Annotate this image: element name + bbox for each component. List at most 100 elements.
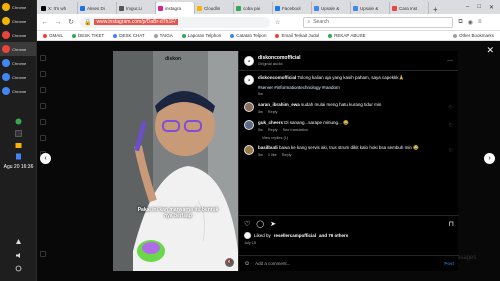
x-favicon-icon <box>41 5 46 11</box>
liked-others[interactable]: and 76 others <box>319 233 348 238</box>
network-icon[interactable] <box>0 238 37 245</box>
like-icon[interactable]: ♡ <box>244 220 250 228</box>
tab-5[interactable]: Cloudlin <box>195 2 234 14</box>
previous-post-arrow-icon[interactable]: ‹ <box>40 153 51 164</box>
next-post-arrow-icon[interactable]: › <box>484 153 495 164</box>
url-text[interactable]: www.instagram.com/p/DaBr-dTh1F/ <box>94 19 178 25</box>
tab-7[interactable]: Facebool <box>273 2 312 14</box>
video-watermark: diskon <box>165 56 182 62</box>
avatar[interactable]: d <box>244 55 254 66</box>
avatar[interactable] <box>244 232 251 239</box>
more-options-icon[interactable]: ··· <box>447 58 453 64</box>
taskbar-app-3[interactable]: Chrome <box>0 28 36 42</box>
taskbar-app-7[interactable]: Chrome <box>0 84 36 98</box>
tab-2[interactable]: Akses Di <box>78 2 117 14</box>
reply-button[interactable]: Reply <box>268 128 278 132</box>
caption-username[interactable]: diskoncomofficial <box>258 75 296 80</box>
avatar[interactable]: d <box>244 75 254 85</box>
favicon-icon <box>80 5 85 11</box>
minimize-icon[interactable]: – <box>466 4 469 11</box>
system-clock: Agu 20 16:36 <box>3 164 34 170</box>
comment-username[interactable]: basilbudi <box>258 145 278 150</box>
site-info-icon[interactable]: 🔒 <box>84 19 91 26</box>
tab-9[interactable]: Upsale & <box>351 2 390 14</box>
comments-list: d diskoncomofficial Tolong kalian aja ya… <box>239 71 458 167</box>
screen: Chrome Chrome Chrome Chrome Chrome Chrom… <box>0 0 500 281</box>
like-comment-icon[interactable]: ♡ <box>449 148 453 154</box>
notes-icon[interactable] <box>0 153 37 160</box>
taskbar-app-1[interactable]: Chrome <box>0 0 36 14</box>
other-bookmarks[interactable]: Other Bookmarks <box>452 33 494 38</box>
terminal-icon[interactable] <box>0 130 37 137</box>
bookmark-taiga[interactable]: TAIGA <box>153 33 173 38</box>
audio-label[interactable]: Original audio <box>258 61 301 66</box>
bookmark-desk-chat[interactable]: DESK CHAT <box>113 33 145 38</box>
extensions-icon[interactable]: ⧉ <box>458 19 462 26</box>
avatar[interactable] <box>244 120 254 131</box>
os-taskbar: Chrome Chrome Chrome Chrome Chrome Chrom… <box>0 0 37 281</box>
see-translation-button[interactable]: See translation <box>283 128 308 132</box>
comment-username[interactable]: guk_cheers <box>258 120 283 125</box>
profile-icon[interactable]: ◉ <box>468 19 473 26</box>
like-comment-icon[interactable]: ♡ <box>449 123 453 129</box>
bookmark-catatan[interactable]: Catatan Telpon <box>230 33 266 38</box>
bookmark-rekap[interactable]: REKAP ABUSE <box>328 33 366 38</box>
add-comment-input[interactable]: Add a comment... <box>255 261 290 266</box>
tab-6[interactable]: coba pai <box>234 2 273 14</box>
comment-username[interactable]: saran_ibrahim_ewa <box>258 102 300 107</box>
maximize-icon[interactable]: □ <box>477 4 481 11</box>
post-button[interactable]: Post <box>444 261 454 266</box>
volume-icon[interactable] <box>0 252 37 259</box>
settings-icon[interactable] <box>0 118 37 125</box>
bookmark-laporan[interactable]: Laporan Telphon <box>181 33 221 38</box>
address-bar[interactable]: 🔒 www.instagram.com/p/DaBr-dTh1F/ <box>80 16 270 28</box>
tab-10[interactable]: Cara Inst <box>390 2 429 14</box>
liked-user[interactable]: resellercampofficial <box>274 233 316 238</box>
bookmark-email-judol[interactable]: Email Terkait Judol <box>275 33 319 38</box>
comment-text: sudah mulai meng hatu kurang tidur min <box>301 102 382 108</box>
taskbar-app-5[interactable]: Chrome <box>0 56 36 70</box>
taskbar-app-2[interactable]: Chrome <box>0 14 36 28</box>
comment-text: Di sanang...sarape minung... 😂 <box>284 120 349 126</box>
browser-toolbar: ← → ↻ 🔒 www.instagram.com/p/DaBr-dTh1F/ … <box>37 14 500 31</box>
bookmark-desk-tiket[interactable]: DESK TIKET <box>72 33 104 38</box>
files-icon[interactable] <box>0 142 37 149</box>
view-replies-button[interactable]: View replies (1) <box>262 136 453 140</box>
new-tab-button[interactable]: + <box>429 5 442 14</box>
close-window-icon[interactable]: ✕ <box>489 4 494 11</box>
add-comment-bar: ☺ Add a comment... Post <box>239 255 459 271</box>
share-icon[interactable]: ➤ <box>270 220 276 228</box>
forward-icon[interactable]: → <box>54 19 62 26</box>
save-icon[interactable]: ⊓ <box>449 220 454 228</box>
post-video[interactable]: diskon Pakai ini kan marwarna itu bentuk… <box>113 51 238 271</box>
avatar[interactable] <box>244 102 254 113</box>
gmail-icon <box>43 33 47 38</box>
back-icon[interactable]: ← <box>41 19 49 26</box>
reload-icon[interactable]: ↻ <box>67 18 75 26</box>
bookmark-icon <box>181 33 186 38</box>
list-item: guk_cheers Di sanang...sarape minung... … <box>244 120 453 132</box>
taskbar-app-6[interactable]: Chrome <box>0 70 36 84</box>
comment-icon[interactable]: ◯ <box>256 220 264 228</box>
tab-8[interactable]: Upsale & <box>312 2 351 14</box>
menu-icon[interactable]: ≡ <box>478 19 482 25</box>
reply-button[interactable]: Reply <box>282 153 292 157</box>
like-comment-icon[interactable]: ♡ <box>449 105 453 111</box>
tab-instagram[interactable]: instagra <box>156 2 195 14</box>
facebook-favicon-icon <box>275 5 280 11</box>
chrome-icon <box>2 31 10 39</box>
taskbar-app-4[interactable]: Chrome <box>0 42 36 56</box>
tab-3[interactable]: Imgur.Li <box>117 2 156 14</box>
power-icon[interactable] <box>0 265 37 272</box>
avatar[interactable] <box>244 145 254 156</box>
comment-likes[interactable]: 1 like <box>268 153 277 157</box>
bookmark-star-icon[interactable]: ☆ <box>275 19 280 26</box>
mute-icon[interactable]: 🔇 <box>225 258 234 267</box>
reply-button[interactable]: Reply <box>268 110 278 114</box>
bookmark-gmail[interactable]: GMAIL <box>43 33 63 38</box>
search-box[interactable]: ⌕ Search <box>303 16 454 28</box>
close-icon[interactable]: ✕ <box>486 45 494 56</box>
tab-1[interactable]: X: It's wh <box>39 2 78 14</box>
caption-hashtags[interactable]: #server #informationtechnology #random <box>258 85 453 90</box>
emoji-icon[interactable]: ☺ <box>244 261 250 267</box>
